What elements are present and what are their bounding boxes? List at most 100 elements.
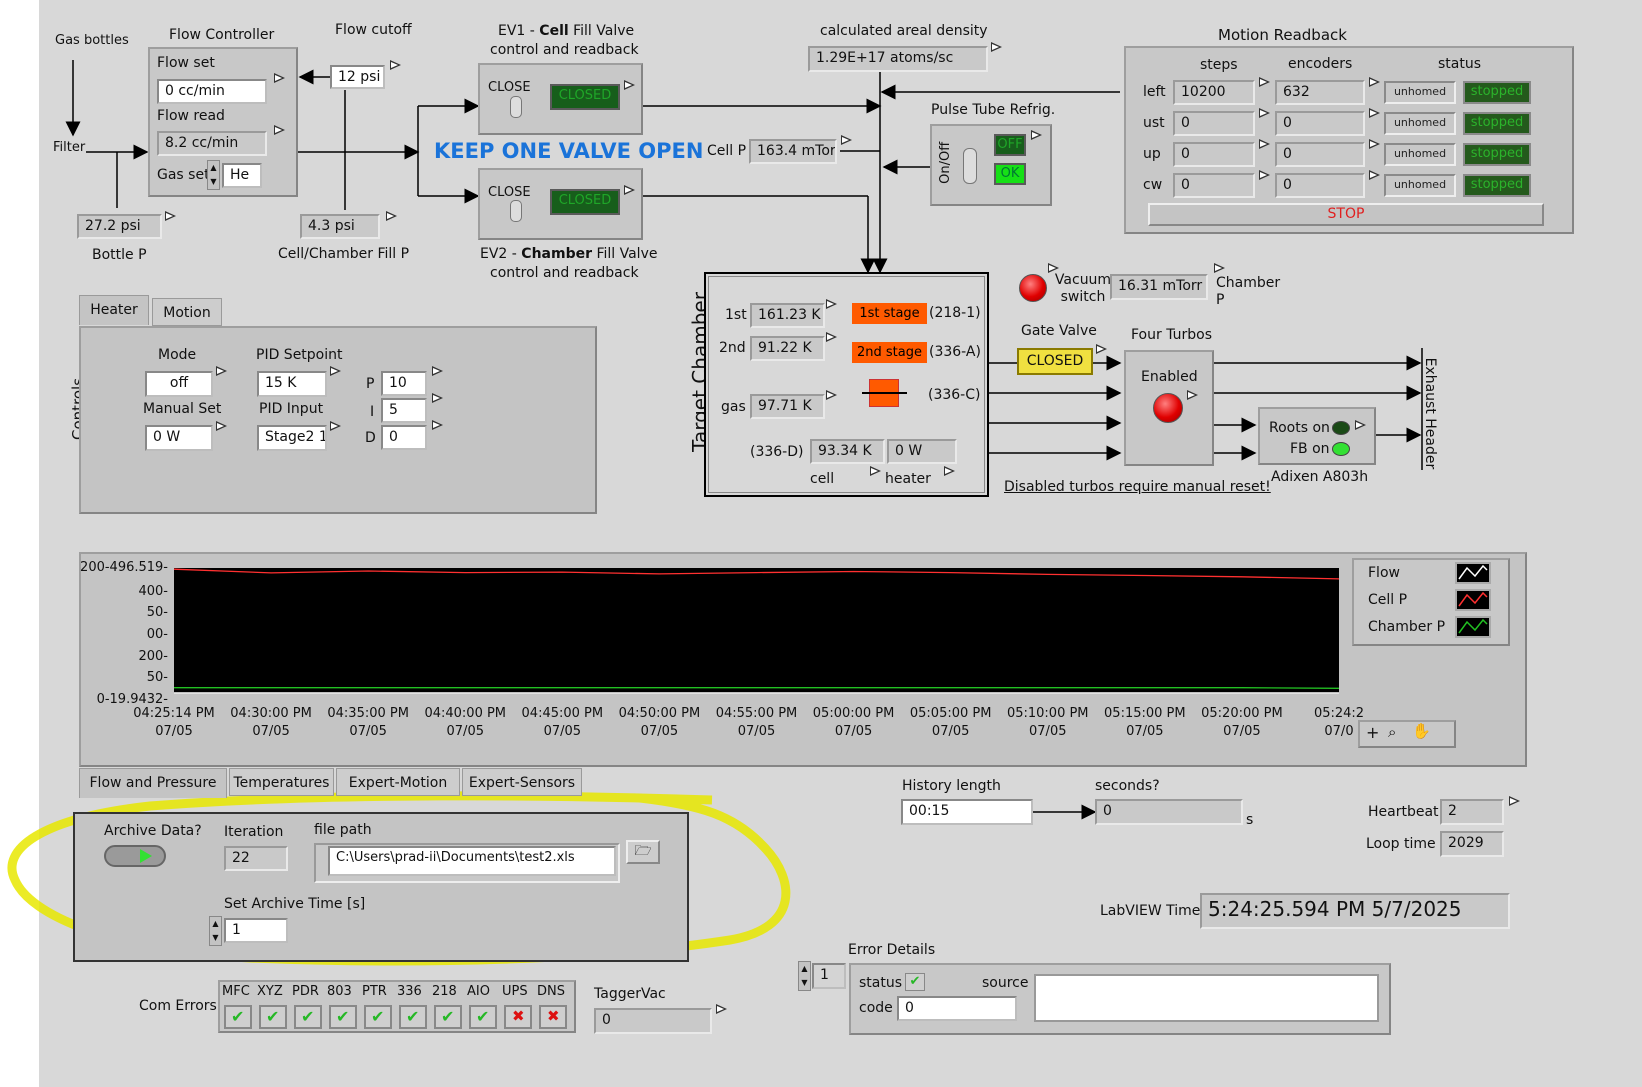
- labview-time-label: LabVIEW Time: [1100, 903, 1201, 919]
- set-archive-time-label: Set Archive Time [s]: [224, 896, 366, 912]
- legend-swatch[interactable]: [1455, 616, 1491, 638]
- x-tick-date: 07/05: [1029, 724, 1066, 739]
- x-tick-date: 07/0: [1324, 724, 1353, 739]
- com-ok-check-icon: [399, 1005, 427, 1029]
- pan-hand-icon[interactable]: ✋: [1412, 722, 1431, 740]
- archive-data-label: Archive Data?: [104, 823, 202, 839]
- file-path-label: file path: [314, 822, 372, 838]
- y-tick-label: 50-: [147, 670, 169, 685]
- seconds-label: seconds?: [1095, 778, 1160, 794]
- heartbeat-display: 2: [1440, 799, 1504, 825]
- y-tick-label: 200-: [138, 649, 168, 664]
- x-tick-date: 07/05: [252, 724, 289, 739]
- com-ok-check-icon: [364, 1005, 392, 1029]
- com-ok-check-icon: [294, 1005, 322, 1029]
- com-errors-label: Com Errors: [139, 998, 217, 1014]
- tab-temperatures[interactable]: Temperatures: [229, 768, 334, 796]
- error-code-label: code: [859, 1000, 893, 1016]
- x-tick-time: 04:30:00 PM: [230, 706, 312, 721]
- com-error-x-icon: [504, 1005, 532, 1029]
- history-length-label: History length: [902, 778, 1001, 794]
- com-ok-check-icon: [434, 1005, 462, 1029]
- seconds-unit: s: [1246, 812, 1254, 828]
- x-tick-date: 07/05: [349, 724, 386, 739]
- labview-time-display: 5:24:25.594 PM 5/7/2025: [1200, 893, 1510, 929]
- iteration-label: Iteration: [224, 824, 284, 840]
- error-status-label: status: [859, 975, 903, 991]
- set-archive-time-input[interactable]: 1: [224, 918, 288, 943]
- tab-expert-motion[interactable]: Expert-Motion: [336, 768, 460, 796]
- zoom-icon[interactable]: ⌕: [1388, 723, 1396, 741]
- x-tick-time: 04:35:00 PM: [327, 706, 409, 721]
- com-channel-name: 336: [397, 984, 422, 999]
- com-channel-name: AIO: [467, 984, 490, 999]
- x-tick-time: 05:20:00 PM: [1201, 706, 1283, 721]
- com-channel-name: UPS: [502, 984, 528, 999]
- x-tick-time: 04:25:14 PM: [133, 706, 215, 721]
- error-details-label: Error Details: [848, 942, 936, 958]
- legend-series-name: Flow: [1368, 565, 1400, 581]
- tab-flow-and-pressure[interactable]: Flow and Pressure: [79, 768, 227, 798]
- com-channel-name: XYZ: [257, 984, 283, 999]
- history-length-input[interactable]: 00:15: [901, 799, 1033, 825]
- com-ok-check-icon: [329, 1005, 357, 1029]
- x-tick-date: 07/05: [835, 724, 872, 739]
- x-tick-time: 04:40:00 PM: [424, 706, 506, 721]
- com-channel-name: 218: [432, 984, 457, 999]
- archive-time-stepper[interactable]: ▲ ▼: [209, 916, 222, 946]
- y-tick-label: 200-496.519-: [80, 560, 168, 575]
- x-tick-time: 04:50:00 PM: [619, 706, 701, 721]
- y-tick-label: 0-19.9432-: [97, 692, 169, 707]
- com-channel-name: PTR: [362, 984, 387, 999]
- com-ok-check-icon: [259, 1005, 287, 1029]
- x-tick-date: 07/05: [155, 724, 192, 739]
- legend-swatch[interactable]: [1455, 562, 1491, 584]
- com-ok-check-icon: [469, 1005, 497, 1029]
- legend-swatch[interactable]: [1455, 589, 1491, 611]
- x-tick-time: 04:45:00 PM: [522, 706, 604, 721]
- x-tick-date: 07/05: [641, 724, 678, 739]
- browse-folder-icon[interactable]: 🗁: [626, 840, 660, 864]
- seconds-display: 0: [1095, 799, 1243, 825]
- iteration-display: 22: [224, 846, 288, 871]
- x-tick-time: 05:24:2: [1314, 706, 1364, 721]
- x-tick-time: 05:10:00 PM: [1007, 706, 1089, 721]
- x-tick-date: 07/05: [544, 724, 581, 739]
- y-tick-label: 400-: [138, 584, 168, 599]
- x-tick-time: 04:55:00 PM: [716, 706, 798, 721]
- error-code-input[interactable]: 0: [897, 996, 1017, 1021]
- x-tick-time: 05:15:00 PM: [1104, 706, 1186, 721]
- error-index-input[interactable]: 1: [812, 963, 846, 989]
- tagger-vac-arrow: [716, 1004, 727, 1014]
- x-tick-time: 05:05:00 PM: [910, 706, 992, 721]
- x-tick-date: 07/05: [1126, 724, 1163, 739]
- plot-area: [174, 568, 1339, 693]
- com-channel-name: 803: [327, 984, 352, 999]
- loop-time-label: Loop time: [1366, 836, 1436, 852]
- error-index-stepper[interactable]: ▲ ▼: [798, 961, 811, 991]
- x-tick-date: 07/05: [1223, 724, 1260, 739]
- com-error-x-icon: [539, 1005, 567, 1029]
- archive-data-toggle[interactable]: [104, 845, 166, 867]
- tagger-vac-label: TaggerVac: [594, 986, 666, 1002]
- file-path-input[interactable]: C:\Users\prad-ii\Documents\test2.xls: [328, 846, 616, 876]
- com-channel-name: MFC: [222, 984, 250, 999]
- error-status-check-icon: ✔: [905, 973, 925, 991]
- legend-series-name: Chamber P: [1368, 619, 1446, 635]
- heartbeat-arrow: [1509, 796, 1520, 806]
- com-ok-check-icon: [224, 1005, 252, 1029]
- tab-expert-sensors[interactable]: Expert-Sensors: [462, 768, 582, 796]
- crosshair-cursor-icon[interactable]: +: [1366, 723, 1379, 742]
- x-tick-date: 07/05: [447, 724, 484, 739]
- loop-time-display: 2029: [1440, 831, 1504, 857]
- com-channel-name: DNS: [537, 984, 565, 999]
- com-channel-name: PDR: [292, 984, 319, 999]
- error-source-label: source: [982, 975, 1029, 991]
- x-tick-date: 07/05: [932, 724, 969, 739]
- y-tick-label: 00-: [147, 627, 169, 642]
- heartbeat-label: Heartbeat: [1368, 804, 1439, 820]
- x-tick-date: 07/05: [738, 724, 775, 739]
- archive-led-icon: [140, 849, 152, 863]
- tagger-vac-display: 0: [594, 1008, 712, 1034]
- error-source-text: [1034, 974, 1379, 1022]
